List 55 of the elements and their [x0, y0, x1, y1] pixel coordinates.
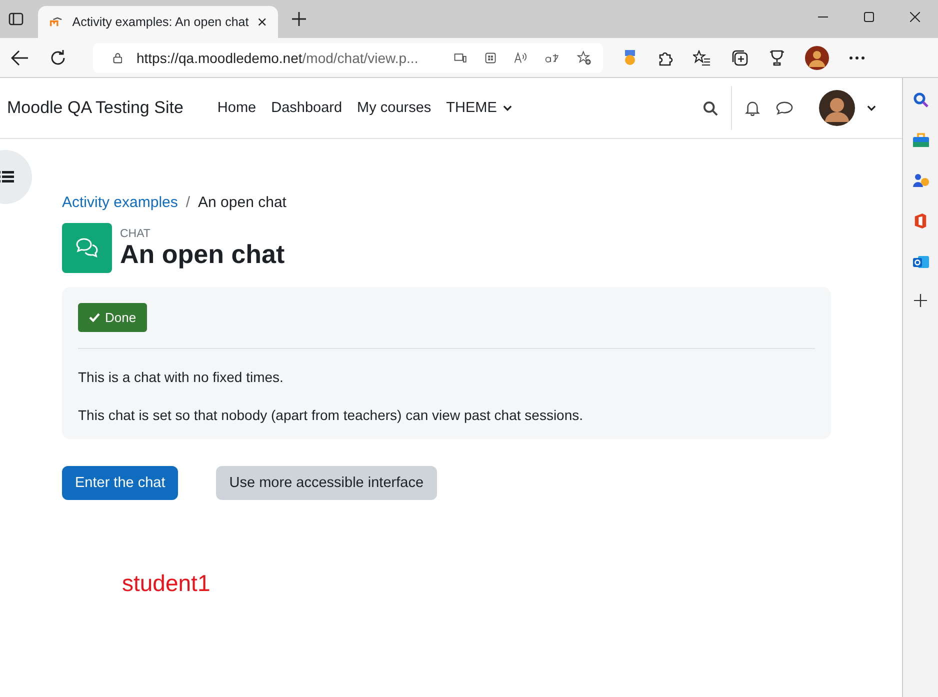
- new-tab-icon[interactable]: [292, 12, 306, 26]
- toolbox-icon[interactable]: [912, 132, 930, 148]
- collections-icon[interactable]: [731, 48, 749, 66]
- nav-link[interactable]: THEME: [446, 100, 512, 116]
- user-label: student1: [122, 570, 212, 597]
- back-icon[interactable]: [11, 50, 29, 66]
- profile-avatar-icon[interactable]: [805, 46, 829, 70]
- trophy-icon[interactable]: [769, 50, 785, 66]
- nav-link[interactable]: Home: [217, 100, 256, 116]
- close-icon[interactable]: [258, 17, 266, 27]
- avatar-icon[interactable]: [819, 90, 855, 126]
- breadcrumb-separator: /: [186, 194, 190, 211]
- grid-icon[interactable]: [484, 50, 496, 64]
- activity-type: CHAT: [120, 228, 152, 240]
- caret-icon: [502, 105, 512, 111]
- read-aloud-icon[interactable]: [514, 50, 527, 64]
- office-icon[interactable]: [913, 212, 928, 230]
- address-field[interactable]: https://qa.moodledemo.net/mod/chat/view.p...: [93, 42, 603, 72]
- current-page-label: An open chat: [198, 194, 286, 211]
- nav-link[interactable]: My courses: [357, 100, 432, 116]
- device-icon[interactable]: [454, 52, 467, 64]
- favorite-add-icon[interactable]: [576, 48, 591, 66]
- tab-title: Activity examples: An open chat: [72, 15, 249, 29]
- action-button[interactable]: Enter the chat: [62, 466, 178, 500]
- bell-icon[interactable]: [745, 100, 760, 116]
- medal-icon[interactable]: [623, 50, 637, 66]
- search-icon[interactable]: [912, 92, 928, 108]
- tab-actions-icon[interactable]: [8, 11, 24, 27]
- lock-icon: [113, 50, 122, 64]
- caret-icon[interactable]: [867, 105, 876, 111]
- list-icon: [0, 171, 14, 183]
- completion-badge: Done: [78, 303, 148, 332]
- chat-bubble-icon[interactable]: [776, 101, 793, 115]
- people-icon[interactable]: [912, 172, 930, 188]
- moodle-logo-icon: [50, 16, 64, 28]
- site-name[interactable]: Moodle QA Testing Site: [7, 98, 184, 118]
- nav-link[interactable]: Dashboard: [271, 100, 342, 116]
- search-icon[interactable]: [703, 100, 718, 116]
- url-text: https://qa.moodledemo.net/mod/chat/view.p...: [136, 50, 418, 66]
- close-icon[interactable]: [910, 12, 920, 22]
- check-icon: [89, 313, 100, 322]
- maximize-icon[interactable]: [864, 12, 874, 22]
- refresh-icon[interactable]: [49, 48, 67, 66]
- description-text: This chat is set so that nobody (apart from teachers) can view past chat sessions.: [78, 407, 584, 423]
- add-icon[interactable]: [914, 294, 927, 307]
- favorites-icon[interactable]: [693, 50, 711, 66]
- page-title: An open chat: [120, 240, 285, 268]
- more-icon[interactable]: [849, 56, 865, 60]
- browser-tab[interactable]: Activity examples: An open chat: [38, 6, 278, 38]
- mail-icon[interactable]: [912, 254, 930, 270]
- chat-activity-icon: [62, 223, 112, 273]
- breadcrumb-link[interactable]: Activity examples: [62, 194, 178, 211]
- puzzle-icon[interactable]: [657, 50, 673, 66]
- action-button[interactable]: Use more accessible interface: [216, 466, 437, 500]
- description-text: This is a chat with no fixed times.: [78, 369, 284, 385]
